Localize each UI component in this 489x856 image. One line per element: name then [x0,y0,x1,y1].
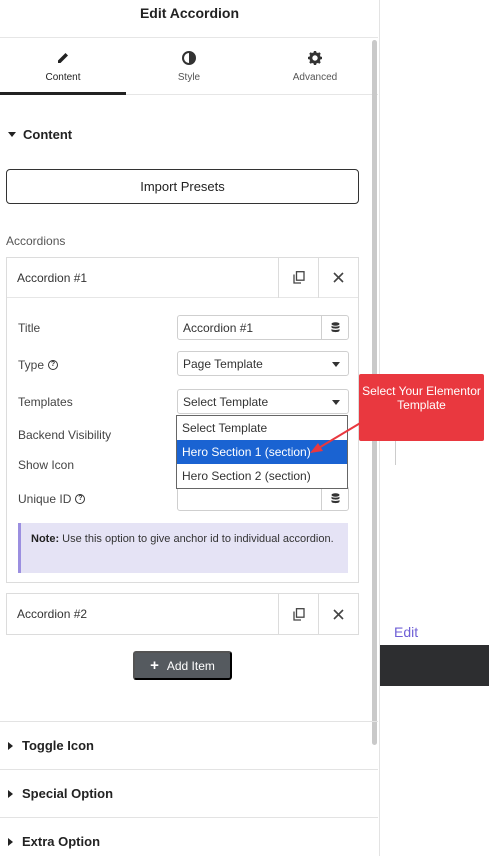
tab-style[interactable]: Style [126,38,252,94]
plus-icon: + [150,657,159,674]
tab-advanced-label: Advanced [292,71,338,83]
show-icon-label: Show Icon [18,458,75,472]
dynamic-tags-button[interactable] [321,316,348,339]
backend-visibility-label: Backend Visibility [18,428,112,442]
templates-label: Templates [18,395,73,409]
accordion-item-2-header[interactable]: Accordion #2 [7,594,358,634]
unique-id-field[interactable] [177,486,349,511]
section-special-option[interactable]: Special Option [0,769,378,817]
type-select[interactable]: Page Template [177,351,349,376]
unique-id-label: Unique ID ? [18,492,86,506]
pencil-icon [58,52,68,63]
copy-icon [292,607,305,621]
chevron-down-icon [332,362,340,367]
duplicate-button[interactable] [278,257,318,298]
gear-icon [308,50,322,65]
caret-down-icon [8,132,16,137]
type-label: Type ? [18,358,59,372]
add-item-label: Add Item [166,658,215,673]
accordion-item-1-header[interactable]: Accordion #1 [7,257,358,298]
caret-right-icon [8,837,13,846]
copy-icon [292,271,305,284]
note-bold: Note: [31,533,60,545]
section-special-option-title: Special Option [22,786,114,801]
database-icon [331,493,339,504]
help-icon[interactable]: ? [48,360,59,370]
title-field[interactable]: Accordion #1 [177,315,349,340]
title-field-value: Accordion #1 [183,320,254,335]
import-presets-button[interactable]: Import Presets [6,169,359,204]
tab-content[interactable]: Content [0,38,126,95]
note-box: Note: Use this option to give anchor id … [18,523,348,573]
section-toggle-icon-title: Toggle Icon [22,738,94,753]
accordion-item-2-title: Accordion #2 [17,607,88,621]
section-toggle-icon[interactable]: Toggle Icon [0,721,378,769]
content-section-toggle[interactable]: Content [8,127,72,142]
caret-right-icon [8,741,13,750]
panel-title: Edit Accordion [139,5,240,21]
unique-id-label-text: Unique ID [18,492,72,506]
content-section-title: Content [23,127,73,142]
title-label: Title [18,321,41,335]
templates-select-value: Select Template [183,394,269,409]
preview-dark-bar [380,645,489,686]
tab-advanced[interactable]: Advanced [252,38,378,94]
dynamic-tags-button[interactable] [321,487,348,510]
accordion-item-1-title: Accordion #1 [17,270,88,285]
caret-right-icon [8,789,13,798]
tab-style-label: Style [177,71,201,83]
note-text: Use this option to give anchor id to ind… [59,533,334,545]
type-label-text: Type [18,358,45,372]
half-circle-icon [182,50,196,65]
accordions-label: Accordions [6,234,66,248]
close-icon [333,272,344,283]
panel-tabs: Content Style Advanced [0,37,378,95]
dropdown-option[interactable]: Hero Section 2 (section) [177,464,347,488]
duplicate-button[interactable] [278,594,318,634]
help-icon[interactable]: ? [75,494,86,504]
section-extra-option[interactable]: Extra Option [0,817,378,856]
tab-content-label: Content [45,71,81,83]
type-select-value: Page Template [183,356,263,371]
annotation-arrow [310,421,363,453]
database-icon [331,322,339,333]
chevron-down-icon [332,400,340,405]
remove-button[interactable] [318,257,358,298]
accordion-item-2: Accordion #2 [6,593,359,635]
edit-link[interactable]: Edit [394,624,418,640]
section-extra-option-title: Extra Option [22,834,101,849]
remove-button[interactable] [318,594,358,634]
add-item-button[interactable]: + Add Item [133,651,232,680]
close-icon [333,608,344,620]
